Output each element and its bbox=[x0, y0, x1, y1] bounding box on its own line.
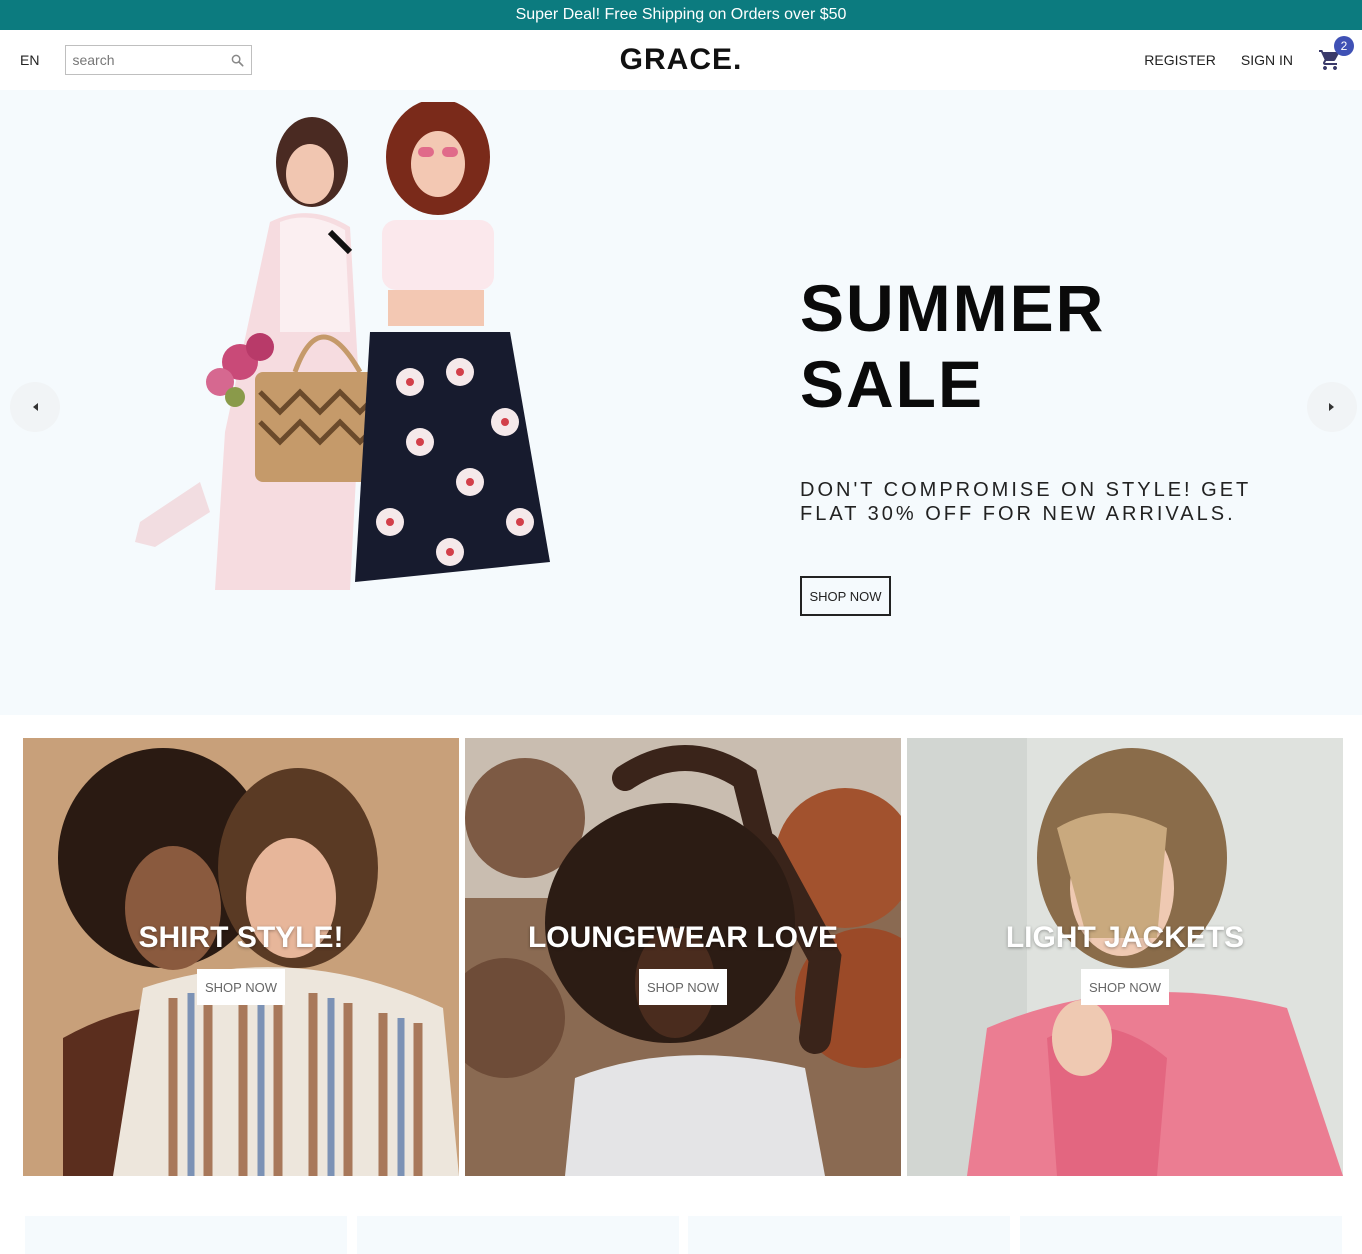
category-shop-now-button[interactable]: SHOP NOW bbox=[1081, 969, 1169, 1005]
hero-title: SUMMER SALE bbox=[800, 271, 1106, 421]
category-grid: SHIRT STYLE! SHOP NOW LOUNGEWEAR LOVE SH… bbox=[0, 715, 1362, 1176]
category-shop-now-button[interactable]: SHOP NOW bbox=[197, 969, 285, 1005]
category-card-loungewear[interactable]: LOUNGEWEAR LOVE SHOP NOW bbox=[465, 738, 901, 1176]
category-title: LOUNGEWEAR LOVE bbox=[527, 921, 838, 954]
register-link[interactable]: REGISTER bbox=[1144, 52, 1216, 68]
hero-shop-now-button[interactable]: SHOP NOW bbox=[800, 576, 891, 616]
hero-image-container bbox=[0, 90, 800, 715]
category-shop-now-button[interactable]: SHOP NOW bbox=[639, 969, 727, 1005]
cart-button[interactable]: 2 bbox=[1318, 36, 1354, 72]
category-card-jackets[interactable]: LIGHT JACKETS SHOP NOW bbox=[907, 738, 1343, 1176]
product-card[interactable] bbox=[1019, 1216, 1342, 1254]
hero-slider: SUMMER SALE DON'T COMPROMISE ON STYLE! G… bbox=[0, 90, 1362, 715]
category-card-shirts[interactable]: SHIRT STYLE! SHOP NOW bbox=[23, 738, 459, 1176]
nav-right: REGISTER SIGN IN 2 bbox=[681, 36, 1354, 72]
site-logo[interactable]: GRACE. bbox=[620, 43, 743, 77]
navbar: EN GRACE. REGISTER SIGN IN 2 bbox=[0, 30, 1362, 90]
sign-in-link[interactable]: SIGN IN bbox=[1241, 52, 1293, 68]
hero-models-image bbox=[135, 102, 550, 590]
hero-info: SUMMER SALE DON'T COMPROMISE ON STYLE! G… bbox=[800, 270, 1300, 616]
nav-left: EN bbox=[20, 45, 681, 75]
category-info: SHIRT STYLE! SHOP NOW bbox=[23, 738, 459, 1176]
product-card[interactable] bbox=[25, 1216, 347, 1254]
announcement-text: Super Deal! Free Shipping on Orders over… bbox=[515, 6, 847, 23]
category-title: SHIRT STYLE! bbox=[138, 921, 344, 954]
product-card[interactable] bbox=[688, 1216, 1011, 1254]
category-info: LOUNGEWEAR LOVE SHOP NOW bbox=[465, 738, 901, 1176]
product-card[interactable] bbox=[356, 1216, 679, 1254]
language-selector[interactable]: EN bbox=[20, 52, 39, 68]
announcement-bar: Super Deal! Free Shipping on Orders over… bbox=[0, 0, 1362, 30]
arrow-right-icon bbox=[1329, 403, 1334, 411]
search-box bbox=[65, 45, 253, 75]
category-info: LIGHT JACKETS SHOP NOW bbox=[907, 738, 1343, 1176]
search-input[interactable] bbox=[72, 52, 230, 68]
hero-description: DON'T COMPROMISE ON STYLE! GET FLAT 30% … bbox=[800, 479, 1251, 525]
slider-next-arrow[interactable] bbox=[1307, 382, 1357, 432]
category-title: LIGHT JACKETS bbox=[1005, 921, 1245, 954]
search-icon[interactable] bbox=[229, 52, 245, 68]
product-row bbox=[0, 1176, 1362, 1254]
cart-badge: 2 bbox=[1334, 36, 1354, 56]
